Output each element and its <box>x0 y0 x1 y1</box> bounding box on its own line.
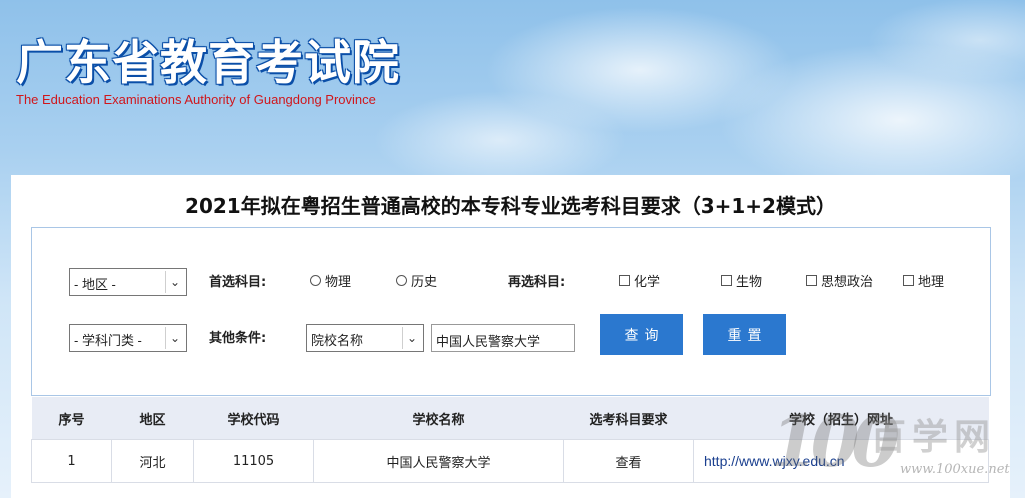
chevron-down-icon: ⌄ <box>165 271 184 293</box>
cell-school-code: 11105 <box>193 439 314 483</box>
reset-button[interactable]: 重置 <box>703 314 786 355</box>
col-header-subject-req: 选考科目要求 <box>563 397 694 440</box>
content-panel: 2021年拟在粤招生普通高校的本专科专业选考科目要求（3+1+2模式） - 地区… <box>11 175 1010 498</box>
checkbox-biology[interactable]: 生物 <box>721 271 762 290</box>
checkbox-chemistry-label: 化学 <box>634 275 661 290</box>
school-website-link[interactable]: http://www.wjxy.edu.cn <box>693 439 989 483</box>
other-condition-select-value: 院校名称 <box>311 333 364 348</box>
cell-school-name: 中国人民警察大学 <box>313 439 564 483</box>
other-condition-select[interactable]: 院校名称 ⌄ <box>306 324 424 352</box>
col-header-index: 序号 <box>31 397 112 440</box>
chevron-down-icon: ⌄ <box>402 327 421 349</box>
filter-box: - 地区 - ⌄ 首选科目: 物理 历史 再选科目: 化学 生物 思想政治 地理 <box>31 227 991 396</box>
checkbox-icon <box>721 275 732 286</box>
other-conditions-label: 其他条件: <box>209 331 267 346</box>
cell-index: 1 <box>31 439 112 483</box>
school-name-input[interactable]: 中国人民警察大学 <box>431 324 575 352</box>
view-link[interactable]: 查看 <box>563 439 694 483</box>
col-header-school-name: 学校名称 <box>313 397 564 440</box>
first-subject-label: 首选科目: <box>209 275 267 290</box>
region-select-value: - 地区 - <box>74 277 116 292</box>
region-select[interactable]: - 地区 - ⌄ <box>69 268 187 296</box>
checkbox-chemistry[interactable]: 化学 <box>619 271 660 290</box>
checkbox-geography[interactable]: 地理 <box>903 271 944 290</box>
checkbox-icon <box>619 275 630 286</box>
results-table: 序号 地区 学校代码 学校名称 选考科目要求 学校（招生）网址 1 河北 111… <box>31 397 989 483</box>
radio-icon <box>396 275 407 286</box>
chevron-down-icon: ⌄ <box>165 327 184 349</box>
category-select-value: - 学科门类 - <box>74 333 142 348</box>
checkbox-icon <box>806 275 817 286</box>
table-header-row: 序号 地区 学校代码 学校名称 选考科目要求 学校（招生）网址 <box>31 397 989 440</box>
query-button[interactable]: 查询 <box>600 314 683 355</box>
checkbox-politics[interactable]: 思想政治 <box>806 271 873 290</box>
col-header-school-code: 学校代码 <box>193 397 314 440</box>
radio-icon <box>310 275 321 286</box>
cell-region: 河北 <box>111 439 194 483</box>
second-subject-label: 再选科目: <box>508 275 566 290</box>
radio-physics[interactable]: 物理 <box>310 271 351 290</box>
category-select[interactable]: - 学科门类 - ⌄ <box>69 324 187 352</box>
checkbox-biology-label: 生物 <box>736 275 763 290</box>
col-header-website: 学校（招生）网址 <box>693 397 989 440</box>
radio-physics-label: 物理 <box>325 275 352 290</box>
site-logo-subtitle: The Education Examinations Authority of … <box>16 92 376 107</box>
radio-history-label: 历史 <box>411 275 438 290</box>
radio-history[interactable]: 历史 <box>396 271 437 290</box>
checkbox-geography-label: 地理 <box>918 275 945 290</box>
col-header-region: 地区 <box>111 397 194 440</box>
checkbox-politics-label: 思想政治 <box>821 275 874 290</box>
page-title: 2021年拟在粤招生普通高校的本专科专业选考科目要求（3+1+2模式） <box>185 194 836 218</box>
table-row: 1 河北 11105 中国人民警察大学 查看 http://www.wjxy.e… <box>31 439 989 483</box>
checkbox-icon <box>903 275 914 286</box>
site-logo-title: 广东省教育考试院 <box>16 36 400 91</box>
